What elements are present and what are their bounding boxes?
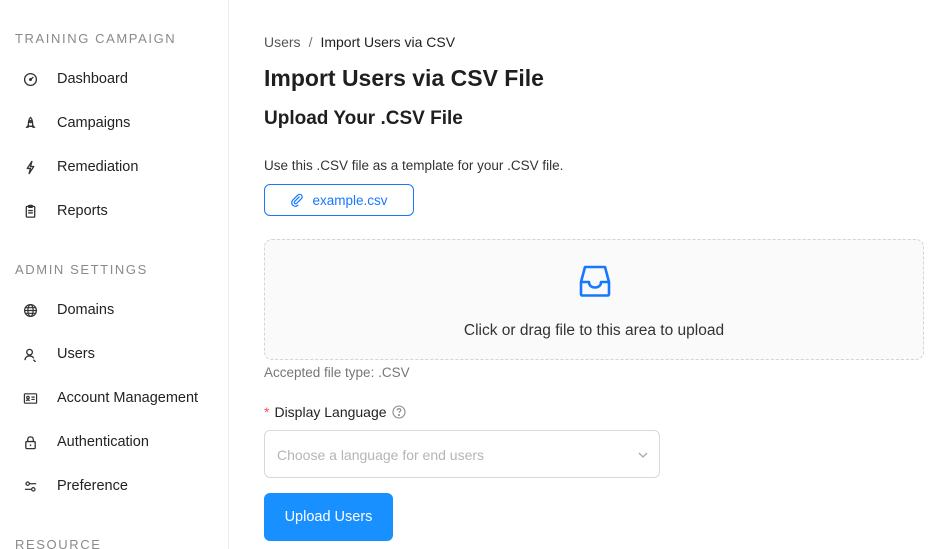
- sidebar-item-label: Account Management: [57, 390, 199, 406]
- upload-users-button[interactable]: Upload Users: [264, 493, 393, 541]
- breadcrumb-separator: /: [308, 34, 313, 50]
- sidebar-item-users[interactable]: Users: [0, 336, 228, 372]
- sidebar-item-dashboard[interactable]: Dashboard: [0, 61, 228, 97]
- example-csv-button[interactable]: example.csv: [264, 184, 414, 216]
- display-language-label: * Display Language: [264, 404, 406, 420]
- id-card-icon: [22, 390, 38, 406]
- question-circle-icon[interactable]: [391, 405, 406, 419]
- language-select-placeholder: Choose a language for end users: [277, 447, 485, 463]
- rocket-icon: [22, 115, 38, 131]
- sidebar-item-remediation[interactable]: Remediation: [0, 149, 228, 185]
- chevron-down-icon: [638, 452, 648, 458]
- dashboard-icon: [22, 71, 38, 87]
- breadcrumb: Users / Import Users via CSV: [264, 34, 455, 50]
- section-title-resource: RESOURCE: [15, 537, 102, 549]
- sidebar-item-label: Users: [57, 346, 95, 362]
- main-content: Users / Import Users via CSV Import Users …: [264, 0, 934, 549]
- sliders-icon: [22, 478, 38, 494]
- sidebar-item-campaigns[interactable]: Campaigns: [0, 105, 228, 141]
- paperclip-icon: [290, 193, 304, 207]
- page-title: Import Users via CSV File: [264, 65, 544, 91]
- section-subtitle: Upload Your .CSV File: [264, 108, 463, 129]
- sidebar-item-label: Dashboard: [57, 71, 128, 87]
- clipboard-icon: [22, 203, 38, 219]
- lock-icon: [22, 434, 38, 450]
- language-select[interactable]: Choose a language for end users: [264, 430, 660, 478]
- display-language-text: Display Language: [274, 404, 387, 420]
- sidebar-item-label: Campaigns: [57, 115, 131, 131]
- upload-dropzone[interactable]: Click or drag file to this area to uploa…: [264, 239, 924, 360]
- inbox-icon: [579, 265, 611, 297]
- sidebar-item-reports[interactable]: Reports: [0, 193, 228, 229]
- sidebar-item-preference[interactable]: Preference: [0, 468, 228, 504]
- sidebar-item-authentication[interactable]: Authentication: [0, 424, 228, 460]
- sidebar-item-domains[interactable]: Domains: [0, 292, 228, 328]
- template-description: Use this .CSV file as a template for you…: [264, 158, 564, 173]
- globe-icon: [22, 302, 38, 318]
- sidebar-item-label: Authentication: [57, 434, 149, 450]
- sidebar-item-label: Reports: [57, 203, 108, 219]
- breadcrumb-current: Import Users via CSV: [320, 34, 456, 50]
- sidebar-item-label: Domains: [57, 302, 115, 318]
- dropzone-hint: Click or drag file to this area to uploa…: [463, 322, 725, 339]
- sidebar: TRAINING CAMPAIGN Dashboard Campaigns Re…: [0, 0, 229, 549]
- sidebar-item-account-management[interactable]: Account Management: [0, 380, 228, 416]
- sidebar-item-label: Preference: [57, 478, 128, 494]
- sidebar-item-label: Remediation: [57, 159, 139, 175]
- lightning-icon: [22, 159, 38, 175]
- example-csv-label: example.csv: [312, 192, 388, 208]
- section-title-training-campaign: TRAINING CAMPAIGN: [15, 31, 177, 46]
- breadcrumb-users-link[interactable]: Users: [264, 34, 301, 50]
- user-icon: [22, 346, 38, 362]
- accepted-file-type: Accepted file type: .CSV: [264, 365, 410, 380]
- required-mark: *: [264, 404, 270, 420]
- section-title-admin-settings: ADMIN SETTINGS: [15, 262, 148, 277]
